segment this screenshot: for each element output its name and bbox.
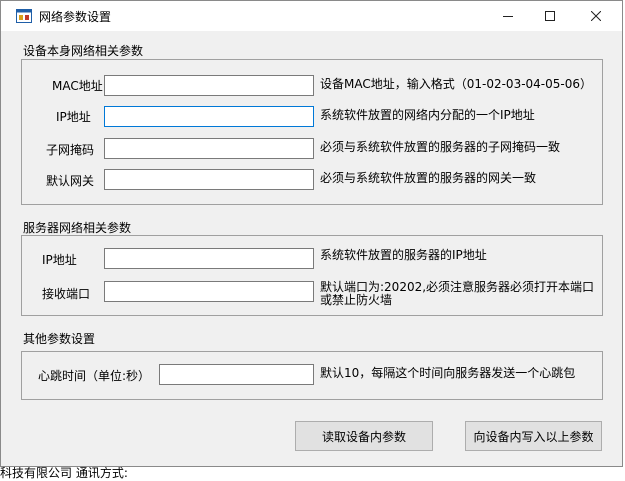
minimize-icon (503, 16, 513, 17)
default-gateway-hint: 必须与系统软件放置的服务器的网关一致 (320, 171, 537, 185)
heartbeat-label: 心跳时间（单位:秒） (38, 369, 151, 383)
default-gateway-label: 默认网关 (46, 174, 95, 188)
mac-address-input[interactable] (104, 75, 314, 96)
read-device-params-button[interactable]: 读取设备内参数 (295, 421, 433, 451)
title-bar[interactable]: 网络参数设置 (1, 1, 622, 31)
device-ip-hint: 系统软件放置的网络内分配的一个IP地址 (320, 108, 535, 122)
app-window-icon (16, 9, 32, 23)
maximize-icon (545, 11, 555, 21)
minimize-button[interactable] (485, 1, 531, 31)
subnet-mask-input[interactable] (104, 138, 314, 159)
write-device-params-button[interactable]: 向设备内写入以上参数 (465, 421, 602, 451)
subnet-mask-label: 子网掩码 (46, 143, 95, 157)
groupbox-server-network: IP地址 系统软件放置的服务器的IP地址 接收端口 默认端口为:20202,必须… (21, 235, 603, 316)
mac-address-label: MAC地址 (52, 79, 103, 93)
subnet-mask-hint: 必须与系统软件放置的服务器的子网掩码一致 (320, 140, 561, 154)
device-ip-input[interactable] (104, 106, 314, 127)
server-ip-hint: 系统软件放置的服务器的IP地址 (320, 248, 487, 262)
groupbox-device-network: MAC地址 设备MAC地址，输入格式（01-02-03-04-05-06） IP… (21, 59, 603, 205)
maximize-button[interactable] (527, 1, 573, 31)
heartbeat-input[interactable] (159, 364, 314, 385)
receive-port-label: 接收端口 (42, 287, 91, 301)
window-title: 网络参数设置 (39, 10, 112, 24)
close-icon (591, 11, 601, 21)
receive-port-input[interactable] (104, 281, 314, 302)
heartbeat-hint: 默认10，每隔这个时间向服务器发送一个心跳包 (320, 366, 576, 380)
receive-port-hint-line2: 或禁止防火墙 (320, 293, 393, 307)
default-gateway-input[interactable] (104, 169, 314, 190)
section-title-server-network: 服务器网络相关参数 (23, 221, 132, 235)
close-button[interactable] (573, 1, 619, 31)
server-ip-input[interactable] (104, 248, 314, 269)
mac-address-hint: 设备MAC地址，输入格式（01-02-03-04-05-06） (320, 77, 592, 91)
network-settings-dialog: 网络参数设置 设备本身网络相关参数 MAC地址 设备MAC地址，输入格式（01-… (0, 0, 623, 467)
device-ip-label: IP地址 (56, 110, 91, 124)
server-ip-label: IP地址 (42, 253, 77, 267)
section-title-device-network: 设备本身网络相关参数 (23, 44, 144, 58)
section-title-other-settings: 其他参数设置 (23, 332, 96, 346)
groupbox-other-settings: 心跳时间（单位:秒） 默认10，每隔这个时间向服务器发送一个心跳包 (21, 351, 603, 400)
